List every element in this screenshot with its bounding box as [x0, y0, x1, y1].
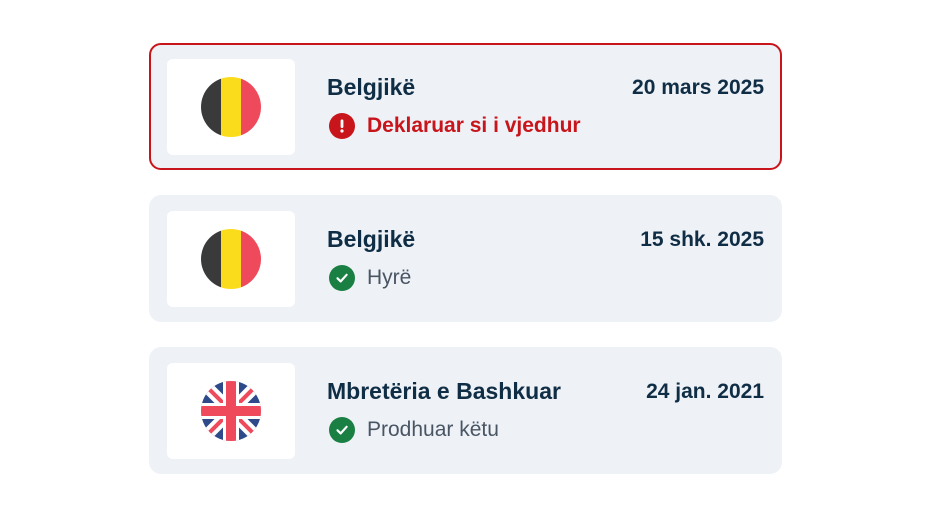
- status-row: Prodhuar këtu: [329, 417, 499, 443]
- belgium-flag-icon: [201, 77, 261, 137]
- status-row: Hyrë: [329, 265, 411, 291]
- status-row: Deklaruar si i vjedhur: [329, 113, 581, 139]
- country-name: Belgjikë: [327, 226, 416, 252]
- date-label: 20 mars 2025: [632, 76, 764, 99]
- united-kingdom-flag-icon: [201, 381, 261, 441]
- status-text: Prodhuar këtu: [367, 418, 499, 441]
- status-text: Deklaruar si i vjedhur: [367, 114, 581, 137]
- list-item[interactable]: Mbretëria e Bashkuar 24 jan. 2021 Prodhu…: [149, 347, 782, 474]
- check-icon: [329, 265, 355, 291]
- history-list: Belgjikë 20 mars 2025 Deklaruar si i vje…: [0, 0, 932, 518]
- date-label: 24 jan. 2021: [646, 380, 764, 403]
- flag-container: [167, 211, 295, 307]
- list-item[interactable]: Belgjikë 20 mars 2025 Deklaruar si i vje…: [149, 43, 782, 170]
- list-item[interactable]: Belgjikë 15 shk. 2025 Hyrë: [149, 195, 782, 322]
- date-label: 15 shk. 2025: [640, 228, 764, 251]
- country-name: Mbretëria e Bashkuar: [327, 378, 561, 404]
- belgium-flag-icon: [201, 229, 261, 289]
- exclamation-icon: [329, 113, 355, 139]
- country-name: Belgjikë: [327, 74, 416, 100]
- flag-container: [167, 59, 295, 155]
- status-text: Hyrë: [367, 266, 412, 289]
- check-icon: [329, 417, 355, 443]
- flag-container: [167, 363, 295, 459]
